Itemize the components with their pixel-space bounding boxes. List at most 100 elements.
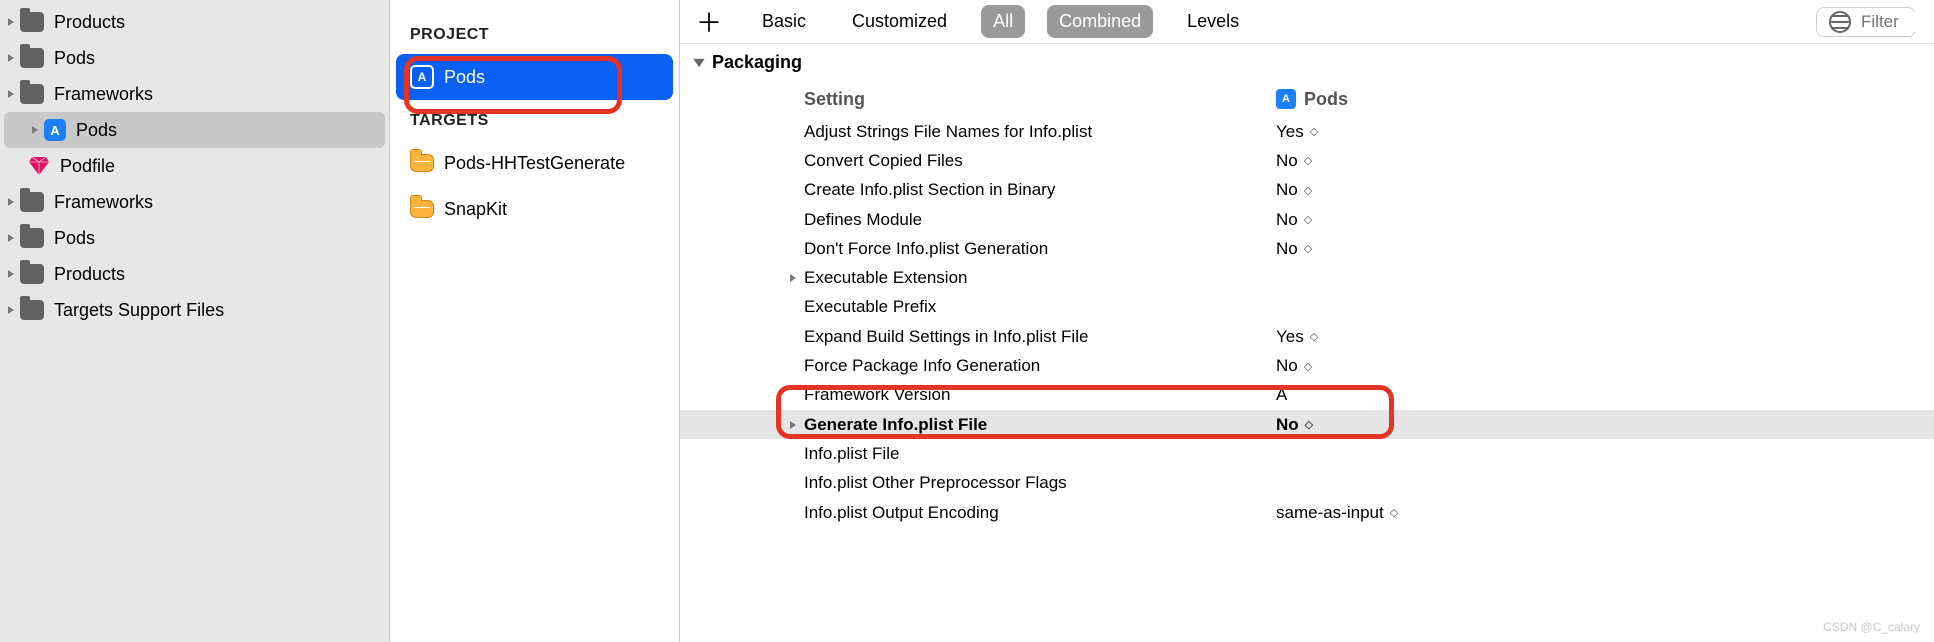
- nav-label: Frameworks: [54, 192, 153, 213]
- section-title: Packaging: [712, 52, 802, 73]
- filter-input[interactable]: [1861, 12, 1917, 32]
- nav-label: Pods: [54, 48, 95, 69]
- target-row-pods-hhtestgenerate[interactable]: Pods-HHTestGenerate: [396, 140, 673, 186]
- setting-row[interactable]: Don't Force Info.plist GenerationNo◇: [680, 234, 1934, 263]
- setting-value[interactable]: Yes◇: [1276, 327, 1934, 347]
- folder-icon: [20, 264, 44, 284]
- build-settings-toolbar: ＋ Basic Customized All Combined Levels: [680, 0, 1934, 44]
- nav-item-pods[interactable]: Pods: [0, 220, 389, 256]
- settings-table: Setting A Pods Adjust Strings File Names…: [680, 81, 1934, 527]
- setting-name: Generate Info.plist File: [680, 415, 1276, 435]
- setting-value[interactable]: same-as-input◇: [1276, 503, 1934, 523]
- disclosure-icon[interactable]: [788, 268, 800, 288]
- folder-icon: [20, 48, 44, 68]
- setting-name: Framework Version: [680, 385, 1276, 405]
- scope-all[interactable]: All: [981, 5, 1025, 38]
- disclosure-icon[interactable]: [4, 15, 18, 29]
- disclosure-icon[interactable]: [788, 415, 800, 435]
- disclosure-icon[interactable]: [4, 195, 18, 209]
- setting-row[interactable]: Framework VersionA: [680, 381, 1934, 410]
- setting-name: Create Info.plist Section in Binary: [680, 180, 1276, 200]
- setting-name: Adjust Strings File Names for Info.plist: [680, 122, 1276, 142]
- setting-value[interactable]: No◇: [1276, 239, 1934, 259]
- nav-item-pods[interactable]: Pods: [4, 112, 385, 148]
- disclosure-icon[interactable]: [28, 123, 42, 137]
- disclosure-icon[interactable]: [4, 267, 18, 281]
- setting-name: Convert Copied Files: [680, 151, 1276, 171]
- nav-item-frameworks[interactable]: Frameworks: [0, 184, 389, 220]
- setting-name: Executable Prefix: [680, 297, 1276, 317]
- project-label: Pods: [444, 67, 485, 88]
- disclosure-icon[interactable]: [4, 51, 18, 65]
- folder-icon: [20, 192, 44, 212]
- disclosure-icon[interactable]: [4, 303, 18, 317]
- project-icon: A: [1276, 89, 1296, 109]
- add-icon[interactable]: ＋: [690, 3, 728, 40]
- scope-levels[interactable]: Levels: [1175, 5, 1251, 38]
- ruby-icon: [28, 155, 50, 177]
- watermark: CSDN @C_calary: [1823, 620, 1920, 634]
- nav-label: Targets Support Files: [54, 300, 224, 321]
- build-settings-pane: ＋ Basic Customized All Combined Levels P…: [680, 0, 1934, 642]
- setting-value[interactable]: No◇: [1276, 151, 1934, 171]
- setting-name: Info.plist File: [680, 444, 1276, 464]
- setting-name: Info.plist Other Preprocessor Flags: [680, 473, 1276, 493]
- setting-name: Info.plist Output Encoding: [680, 503, 1276, 523]
- nav-item-frameworks[interactable]: Frameworks: [0, 76, 389, 112]
- nav-item-targets-support-files[interactable]: Targets Support Files: [0, 292, 389, 328]
- nav-item-products[interactable]: Products: [0, 4, 389, 40]
- project-icon: A: [410, 65, 434, 89]
- project-icon: [44, 119, 66, 141]
- setting-row[interactable]: Create Info.plist Section in BinaryNo◇: [680, 176, 1934, 205]
- col-setting-header: Setting: [680, 89, 1276, 110]
- nav-label: Podfile: [60, 156, 115, 177]
- nav-item-pods[interactable]: Pods: [0, 40, 389, 76]
- nav-label: Pods: [54, 228, 95, 249]
- setting-name: Don't Force Info.plist Generation: [680, 239, 1276, 259]
- setting-row[interactable]: Generate Info.plist FileNo◇: [680, 410, 1934, 439]
- setting-row[interactable]: Info.plist File: [680, 439, 1934, 468]
- project-header: PROJECT: [396, 14, 673, 54]
- setting-value[interactable]: No◇: [1276, 415, 1934, 435]
- setting-row[interactable]: Info.plist Other Preprocessor Flags: [680, 469, 1934, 498]
- nav-label: Frameworks: [54, 84, 153, 105]
- setting-row[interactable]: Adjust Strings File Names for Info.plist…: [680, 117, 1934, 146]
- setting-value[interactable]: No◇: [1276, 180, 1934, 200]
- scope-customized[interactable]: Customized: [840, 5, 959, 38]
- col-value-header: A Pods: [1276, 89, 1934, 110]
- setting-value[interactable]: Yes◇: [1276, 122, 1934, 142]
- setting-value[interactable]: A: [1276, 385, 1934, 405]
- nav-item-products[interactable]: Products: [0, 256, 389, 292]
- dropdown-icon: ◇: [1304, 242, 1309, 255]
- section-packaging-header[interactable]: Packaging: [680, 44, 1934, 81]
- setting-row[interactable]: Expand Build Settings in Info.plist File…: [680, 322, 1934, 351]
- setting-value[interactable]: No◇: [1276, 210, 1934, 230]
- dropdown-icon: ◇: [1304, 154, 1309, 167]
- filter-field[interactable]: [1816, 7, 1916, 37]
- setting-row[interactable]: Convert Copied FilesNo◇: [680, 146, 1934, 175]
- dropdown-icon: ◇: [1304, 213, 1309, 226]
- setting-row[interactable]: Defines ModuleNo◇: [680, 205, 1934, 234]
- target-row-snapkit[interactable]: SnapKit: [396, 186, 673, 232]
- target-icon: [410, 154, 434, 172]
- setting-row[interactable]: Executable Prefix: [680, 293, 1934, 322]
- scope-combined[interactable]: Combined: [1047, 5, 1153, 38]
- nav-label: Pods: [76, 120, 117, 141]
- dropdown-icon: ◇: [1304, 184, 1309, 197]
- setting-row[interactable]: Force Package Info GenerationNo◇: [680, 351, 1934, 380]
- disclosure-icon[interactable]: [4, 87, 18, 101]
- setting-name: Defines Module: [680, 210, 1276, 230]
- dropdown-icon: ◇: [1390, 506, 1395, 519]
- setting-row[interactable]: Info.plist Output Encodingsame-as-input◇: [680, 498, 1934, 527]
- nav-item-podfile[interactable]: Podfile: [0, 148, 389, 184]
- table-header: Setting A Pods: [680, 81, 1934, 117]
- folder-icon: [20, 12, 44, 32]
- setting-value[interactable]: No◇: [1276, 356, 1934, 376]
- setting-row[interactable]: Executable Extension: [680, 263, 1934, 292]
- disclosure-icon[interactable]: [4, 231, 18, 245]
- project-targets-list: PROJECT A Pods TARGETS Pods-HHTestGenera…: [390, 0, 680, 642]
- dropdown-icon: ◇: [1310, 125, 1315, 138]
- project-row-pods[interactable]: A Pods: [396, 54, 673, 100]
- scope-basic[interactable]: Basic: [750, 5, 818, 38]
- target-label: SnapKit: [444, 199, 507, 220]
